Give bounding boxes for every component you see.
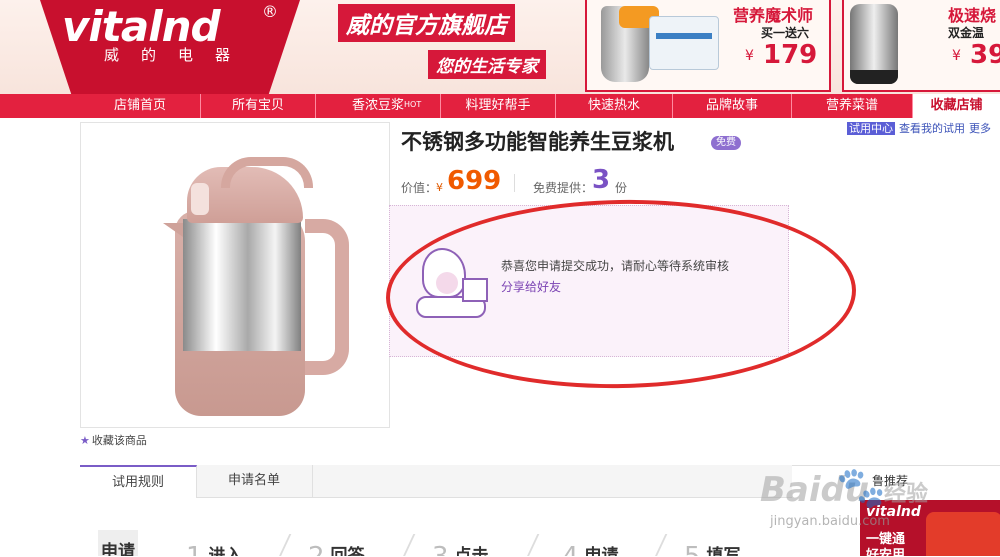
step-number: 3	[432, 542, 449, 556]
step-number: 1	[186, 542, 203, 556]
baidu-watermark: Baidu 🐾 经验 jingyan.baidu.com	[760, 465, 1000, 540]
soymilk-maker-image	[163, 157, 349, 416]
promo-subtitle: 买一送六	[761, 26, 810, 40]
step-apply: 申请	[98, 530, 138, 556]
shop-banner: vitalnd ® 威的电器 威的官方旗舰店 您的生活专家 营养魔术师 买一送六…	[0, 0, 1000, 94]
step-label: 进入	[208, 546, 243, 556]
step-number: 4	[562, 542, 579, 556]
step-separator	[382, 534, 416, 556]
detail-tabs: 试用规则 申请名单	[80, 465, 792, 498]
container-image	[649, 16, 719, 70]
step-separator	[634, 534, 668, 556]
trial-links: 试用中心 查看我的试用 更多	[847, 120, 991, 136]
hot-badge: HOT	[404, 100, 422, 109]
promo-price: 39	[970, 40, 1000, 70]
promo-kettle[interactable]: 极速烧 双金温 ¥ 39	[842, 0, 1000, 92]
nav-item-label: 香浓豆浆	[351, 98, 404, 113]
price-value: 699	[447, 166, 502, 196]
step-3: 3 点击	[432, 538, 489, 556]
divider	[514, 174, 515, 192]
promo-blender[interactable]: 营养魔术师 买一送六 ¥ 179	[585, 0, 831, 92]
promo-title: 营养魔术师	[733, 6, 814, 25]
price-label: 价值：	[401, 181, 438, 195]
step-2: 2 回答	[308, 538, 365, 556]
trial-center-link[interactable]: 试用中心	[847, 122, 895, 135]
price-currency: ¥	[436, 181, 443, 194]
step-label: 回答	[330, 546, 365, 556]
more-link[interactable]: 更多	[969, 122, 991, 135]
my-trials-link[interactable]: 查看我的试用	[899, 122, 965, 135]
nav-item-favorite-shop[interactable]: 收藏店铺	[913, 94, 1000, 118]
step-label: 申请	[584, 546, 619, 556]
promo-currency: ¥	[745, 48, 754, 64]
watermark-url: jingyan.baidu.com	[770, 514, 890, 529]
supply-unit: 份	[615, 181, 628, 195]
product-image[interactable]	[80, 122, 390, 428]
step-label: 填写	[706, 546, 741, 556]
tab-applicant-list[interactable]: 申请名单	[196, 465, 313, 497]
free-badge: 免费	[711, 136, 741, 150]
shop-slogan: 您的生活专家	[428, 50, 546, 79]
kettle-image	[850, 4, 898, 84]
favorite-item-label: 收藏该商品	[91, 434, 147, 447]
step-separator	[258, 534, 292, 556]
paw-icon: 🐾	[836, 465, 886, 511]
nav-item-hotwater[interactable]: 快速热水	[556, 94, 673, 118]
step-label: 点击	[454, 546, 489, 556]
nav-item-cooking[interactable]: 料理好帮手	[441, 94, 556, 118]
step-1: 1 进入	[186, 538, 243, 556]
step-number: 5	[684, 542, 701, 556]
supply-label: 免费提供：	[533, 181, 594, 195]
nav-item-home[interactable]: 店铺首页	[80, 94, 201, 118]
nav-item-all[interactable]: 所有宝贝	[201, 94, 316, 118]
apply-steps: 申请 1 进入 2 回答 3 点击 4 申请 5 填写	[98, 530, 778, 556]
promo-currency: ¥	[952, 48, 961, 64]
nav-item-soymilk[interactable]: 香浓豆浆 HOT	[316, 94, 441, 118]
favorite-item-link[interactable]: ★ 收藏该商品	[80, 432, 147, 448]
step-separator	[506, 534, 540, 556]
promo-subtitle: 双金温	[948, 26, 985, 40]
step-5: 5 填写	[684, 538, 741, 556]
ad-subline: 好安用	[866, 548, 906, 556]
nav-item-brand-story[interactable]: 品牌故事	[673, 94, 792, 118]
brand-logo-cn: 威的电器	[104, 46, 253, 64]
product-title: 不锈钢多功能智能养生豆浆机	[401, 130, 674, 154]
blender-image	[601, 6, 659, 82]
tab-trial-rules[interactable]: 试用规则	[80, 465, 197, 498]
watermark-cn: 经验	[884, 482, 929, 507]
registered-mark: ®	[262, 2, 278, 21]
promo-title: 极速烧	[948, 6, 997, 25]
promo-price: 179	[763, 40, 818, 70]
shop-nav: 店铺首页 所有宝贝 香浓豆浆 HOT 料理好帮手 快速热水 品牌故事 营养菜谱 收…	[0, 94, 1000, 118]
supply-count: 3	[592, 165, 611, 195]
nav-item-recipes[interactable]: 营养菜谱	[792, 94, 913, 118]
shop-title: 威的官方旗舰店	[338, 4, 515, 42]
step-number: 2	[308, 542, 325, 556]
step-4: 4 申请	[562, 538, 619, 556]
star-icon: ★	[80, 434, 90, 447]
